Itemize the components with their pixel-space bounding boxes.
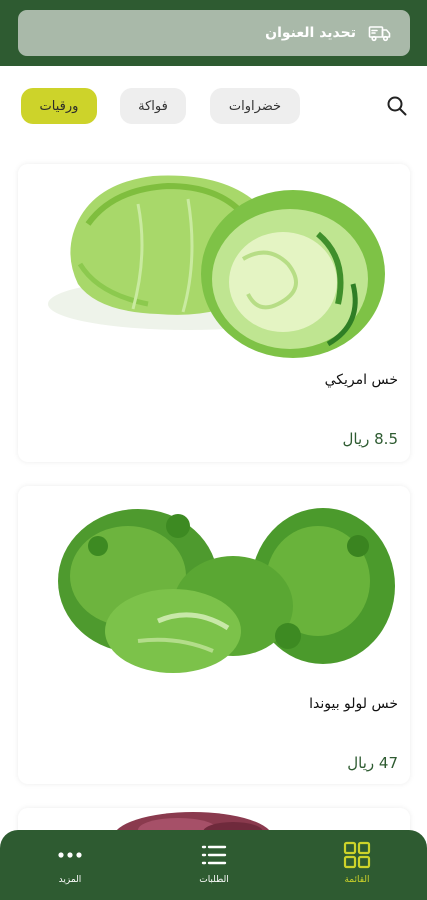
nav-more[interactable]: المزيد xyxy=(30,840,110,896)
delivery-truck-icon xyxy=(368,26,391,42)
chip-leafy-label: ورقيات xyxy=(39,98,79,114)
search-icon[interactable] xyxy=(385,94,409,118)
list-icon xyxy=(201,845,227,865)
bottom-navigation: القائمة الطلبات المزيد xyxy=(0,830,427,900)
main-content: ورقيات فواكة خضراوات خس امريكي 8.5 ريال … xyxy=(0,66,427,900)
chip-fruits[interactable]: فواكة xyxy=(120,88,186,124)
chip-fruits-label: فواكة xyxy=(138,98,168,114)
product-card[interactable]: خس لولو بيوندا 47 ريال xyxy=(18,486,410,784)
chip-vegetables[interactable]: خضراوات xyxy=(210,88,300,124)
more-dots-icon xyxy=(58,852,82,858)
nav-menu[interactable]: القائمة xyxy=(317,840,397,896)
set-address-label: تحديد العنوان xyxy=(265,25,356,41)
nav-menu-label: القائمة xyxy=(344,875,370,885)
top-bar: تحديد العنوان xyxy=(0,0,427,66)
product-card[interactable]: خس امريكي 8.5 ريال xyxy=(18,164,410,462)
grid-icon xyxy=(343,841,371,869)
product-price: 47 ريال xyxy=(347,754,398,772)
nav-orders-label: الطلبات xyxy=(199,875,229,885)
chip-vegetables-label: خضراوات xyxy=(228,98,282,114)
product-image-lollo-bionda xyxy=(18,486,410,686)
category-filter-bar: ورقيات فواكة خضراوات xyxy=(0,86,427,126)
set-address-button[interactable]: تحديد العنوان xyxy=(18,10,410,56)
nav-more-label: المزيد xyxy=(58,875,82,885)
product-price: 8.5 ريال xyxy=(342,430,398,448)
product-name: خس امريكي xyxy=(324,372,398,388)
chip-leafy[interactable]: ورقيات xyxy=(21,88,97,124)
product-name: خس لولو بيوندا xyxy=(309,696,398,712)
nav-orders[interactable]: الطلبات xyxy=(174,840,254,896)
product-image-iceberg-lettuce xyxy=(18,164,410,362)
